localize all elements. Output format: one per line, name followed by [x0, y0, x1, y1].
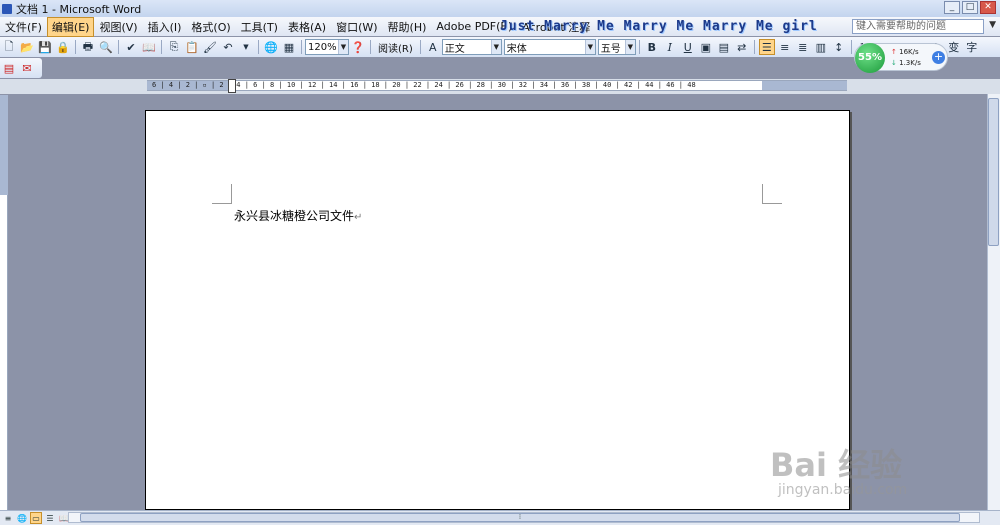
- print-layout-icon[interactable]: ▭: [30, 512, 42, 524]
- vertical-scroll-thumb[interactable]: [988, 98, 999, 246]
- separator: [75, 40, 76, 54]
- styles-pane-icon[interactable]: A: [425, 39, 441, 55]
- margin-corner-mark: [762, 184, 782, 204]
- watermark-brand: Bai 经验: [770, 446, 903, 484]
- research-icon[interactable]: 📖: [141, 39, 157, 55]
- open-folder-icon[interactable]: 📂: [19, 39, 35, 55]
- pdf-toolbar: ▤ ✉: [0, 58, 42, 78]
- font-value: 宋体: [506, 43, 527, 55]
- title-bar: 文档 1 - Microsoft Word _ □ ✕: [0, 0, 1000, 17]
- align-center-icon[interactable]: ≡: [777, 39, 793, 55]
- document-body[interactable]: 永兴县冰糖橙公司文件↵: [234, 207, 362, 224]
- menu-table[interactable]: 表格(A): [283, 17, 331, 37]
- format-painter-icon[interactable]: 🖌: [202, 39, 218, 55]
- separator: [850, 40, 852, 54]
- font-size-select[interactable]: 五号 ▼: [597, 39, 636, 55]
- bold-button[interactable]: B: [644, 39, 660, 55]
- menu-help[interactable]: 帮助(H): [383, 17, 432, 37]
- chevron-down-icon[interactable]: ▼: [584, 40, 595, 54]
- menu-view[interactable]: 视图(V): [94, 17, 142, 37]
- character-scale-icon[interactable]: ⇄: [734, 39, 750, 55]
- ruler-labels: 6 | 4 | 2 | ▫ | 2 | 4 | 6 | 8 | 10 | 12 …: [152, 81, 696, 89]
- separator: [258, 40, 259, 54]
- menu-file[interactable]: 文件(F): [0, 17, 47, 37]
- font-size-value: 五号: [600, 43, 621, 55]
- separator: [638, 40, 640, 54]
- character-border-icon[interactable]: ▣: [698, 39, 714, 55]
- table-icon[interactable]: ▦: [281, 39, 297, 55]
- chevron-down-icon[interactable]: ▼: [490, 40, 501, 54]
- chevron-down-icon[interactable]: ▼: [989, 20, 996, 30]
- document-text: 永兴县冰糖橙公司文件: [234, 209, 355, 223]
- save-icon[interactable]: 💾: [37, 39, 53, 55]
- outline-view-icon[interactable]: ☰: [44, 512, 56, 524]
- vertical-ruler-margin: [0, 95, 8, 195]
- help-icon[interactable]: ❓: [350, 39, 366, 55]
- margin-corner-mark: [212, 184, 232, 204]
- line-spacing-icon[interactable]: ↕: [831, 39, 847, 55]
- font-select[interactable]: 宋体 ▼: [503, 39, 596, 55]
- undo-icon[interactable]: ↶: [220, 39, 236, 55]
- separator: [753, 40, 755, 54]
- menu-window[interactable]: 窗口(W): [331, 17, 382, 37]
- separator: [419, 40, 421, 54]
- document-page[interactable]: 永兴县冰糖橙公司文件↵: [145, 110, 850, 510]
- paste-icon[interactable]: 📋: [184, 39, 200, 55]
- chevron-down-icon[interactable]: ▼: [624, 40, 635, 54]
- spelling-icon[interactable]: ✔: [123, 39, 139, 55]
- style-select[interactable]: 正文 ▼: [441, 39, 502, 55]
- separator: [161, 40, 162, 54]
- style-value: 正文: [444, 43, 465, 55]
- print-icon[interactable]: 🖶: [80, 39, 96, 55]
- watermark-url: jingyan.baidu.com: [778, 482, 908, 498]
- phonetic-guide-icon[interactable]: 变: [946, 39, 962, 55]
- separator: [370, 40, 371, 54]
- new-document-icon[interactable]: 🗋: [1, 39, 17, 55]
- close-button[interactable]: ✕: [980, 1, 996, 14]
- menu-format[interactable]: 格式(O): [186, 17, 235, 37]
- word-icon: [2, 3, 12, 14]
- marquee-text: Just Marry Me Marry Me Marry Me girl: [500, 19, 818, 34]
- copy-icon[interactable]: ⎘: [166, 39, 182, 55]
- read-button[interactable]: 阅读(R): [374, 40, 417, 55]
- permission-icon[interactable]: 🔒: [55, 39, 71, 55]
- minimize-button[interactable]: _: [944, 1, 960, 14]
- underline-button[interactable]: U: [680, 39, 696, 55]
- window-title: 文档 1 - Microsoft Word: [16, 2, 142, 16]
- normal-view-icon[interactable]: ≡: [2, 512, 14, 524]
- convert-to-pdf-icon[interactable]: ▤: [1, 60, 17, 76]
- menu-edit[interactable]: 编辑(E): [46, 16, 95, 37]
- horizontal-scroll-thumb[interactable]: ⁞: [80, 513, 960, 522]
- align-justify-icon[interactable]: ☰: [758, 39, 775, 55]
- enclose-characters-icon[interactable]: 字: [964, 39, 980, 55]
- chevron-down-icon[interactable]: ▼: [338, 40, 348, 54]
- standard-toolbar: 🗋 📂 💾 🔒 🖶 🔍 ✔ 📖 ⎘ 📋 🖌 ↶ ▼ 🌐 ▦ 120% ▼ ❓ 阅…: [0, 37, 1000, 57]
- menu-insert[interactable]: 插入(I): [143, 17, 187, 37]
- pdf-email-icon[interactable]: ✉: [19, 60, 35, 76]
- italic-button[interactable]: I: [662, 39, 678, 55]
- indent-marker[interactable]: [228, 79, 236, 93]
- print-preview-icon[interactable]: 🔍: [98, 39, 114, 55]
- paragraph-mark-icon: ↵: [354, 212, 363, 223]
- zoom-select[interactable]: 120% ▼: [305, 39, 349, 55]
- download-speed: ↓ 1.3K/s: [891, 59, 921, 67]
- maximize-button[interactable]: □: [962, 1, 978, 14]
- distributed-align-icon[interactable]: ▥: [813, 39, 829, 55]
- network-speed-widget[interactable]: 55% ↑ 16K/s ↓ 1.3K/s +: [854, 43, 948, 73]
- network-percent: 55%: [855, 43, 885, 73]
- separator: [118, 40, 119, 54]
- help-search-input[interactable]: 键入需要帮助的问题: [852, 19, 984, 34]
- chevron-down-icon[interactable]: ▼: [238, 39, 254, 55]
- character-shading-icon[interactable]: ▤: [716, 39, 732, 55]
- zoom-value: 120%: [308, 41, 337, 53]
- upload-speed: ↑ 16K/s: [891, 48, 919, 56]
- menu-tools[interactable]: 工具(T): [236, 17, 283, 37]
- separator: [301, 40, 302, 54]
- web-view-icon[interactable]: 🌐: [16, 512, 28, 524]
- hyperlink-icon[interactable]: 🌐: [263, 39, 279, 55]
- plus-icon[interactable]: +: [932, 51, 945, 64]
- align-right-icon[interactable]: ≣: [795, 39, 811, 55]
